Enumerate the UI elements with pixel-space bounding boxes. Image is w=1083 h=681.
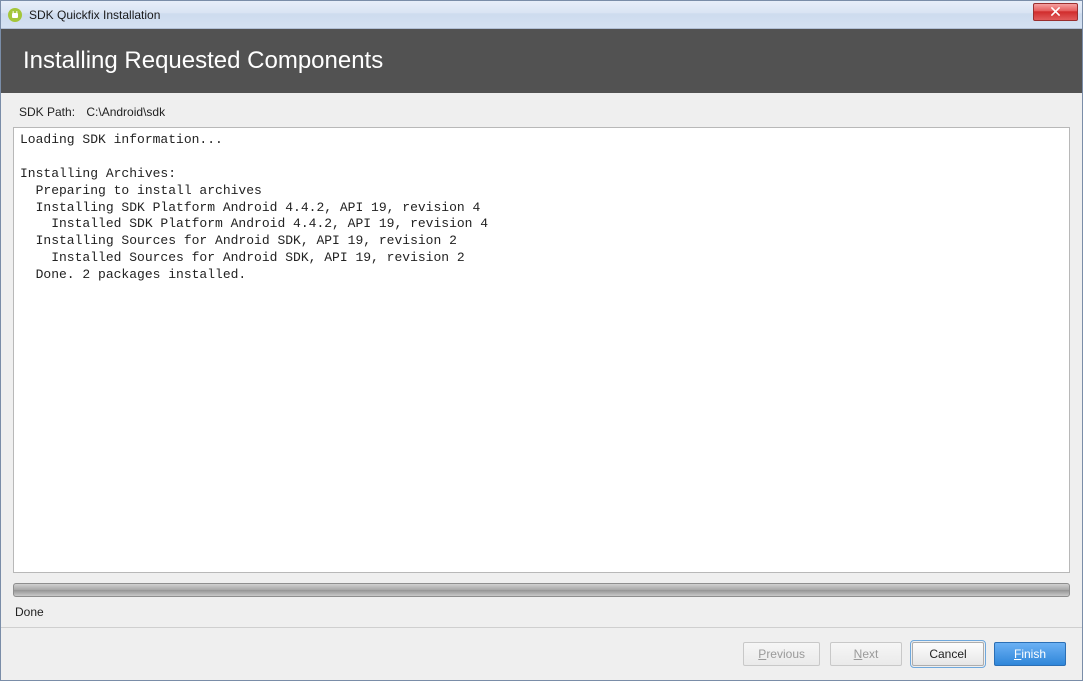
header-title: Installing Requested Components bbox=[23, 47, 383, 74]
install-log[interactable]: Loading SDK information... Installing Ar… bbox=[13, 127, 1070, 573]
next-button: Next bbox=[830, 642, 902, 666]
window-title: SDK Quickfix Installation bbox=[29, 8, 1033, 22]
installer-window: SDK Quickfix Installation Installing Req… bbox=[0, 0, 1083, 681]
header-banner: Installing Requested Components bbox=[1, 29, 1082, 93]
content-area: SDK Path: C:\Android\sdk Loading SDK inf… bbox=[1, 93, 1082, 627]
finish-button[interactable]: Finish bbox=[994, 642, 1066, 666]
progress-bar bbox=[13, 583, 1070, 597]
status-text: Done bbox=[13, 597, 1070, 627]
sdk-path-value: C:\Android\sdk bbox=[86, 105, 165, 119]
close-icon bbox=[1050, 7, 1061, 16]
android-studio-icon bbox=[7, 7, 23, 23]
titlebar[interactable]: SDK Quickfix Installation bbox=[1, 1, 1082, 29]
footer-buttons: Previous Next Cancel Finish bbox=[1, 627, 1082, 680]
close-button[interactable] bbox=[1033, 3, 1078, 21]
sdk-path-label: SDK Path: bbox=[19, 105, 75, 119]
sdk-path-row: SDK Path: C:\Android\sdk bbox=[13, 103, 1070, 127]
cancel-button[interactable]: Cancel bbox=[912, 642, 984, 666]
previous-button: Previous bbox=[743, 642, 820, 666]
